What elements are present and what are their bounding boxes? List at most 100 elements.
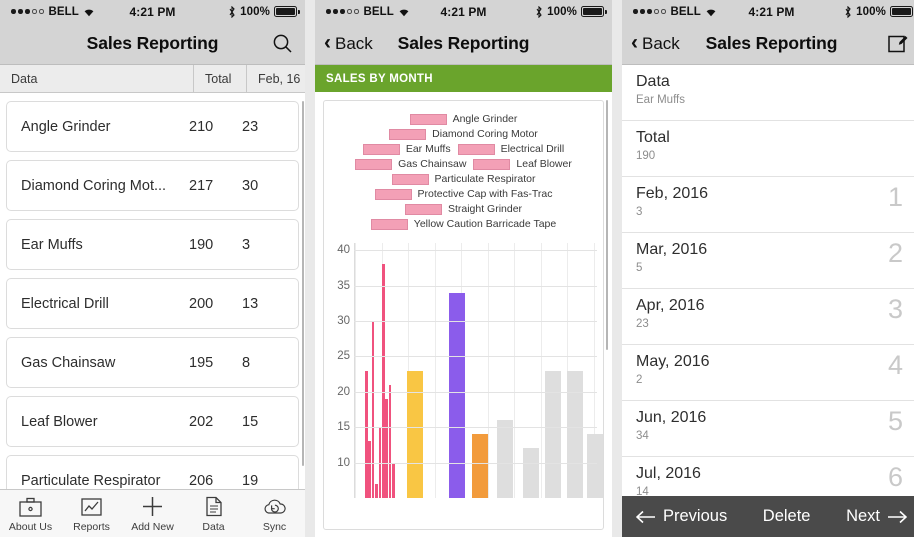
list-item[interactable]: Feb, 2016 3 1 [622, 177, 914, 233]
panel-detail: BELL 4:21 PM 100% ‹ Back Sales Reporting [622, 0, 914, 537]
grid-line [354, 462, 597, 464]
line-chart-icon [81, 495, 102, 519]
table-row[interactable]: Diamond Coring Mot... 217 30 [6, 160, 299, 211]
table-row[interactable]: Leaf Blower 202 15 [6, 396, 299, 447]
previous-button[interactable]: Previous [636, 507, 727, 526]
detail-bottom-bar: Previous Delete Next [622, 496, 914, 537]
row-month-value: 3 [242, 236, 251, 253]
row-name: Gas Chainsaw [21, 354, 116, 371]
field-label: Feb, 2016 [636, 185, 709, 202]
list-item[interactable]: Apr, 2016 23 3 [622, 289, 914, 345]
grid-line [354, 285, 597, 287]
bluetooth-icon [228, 5, 236, 18]
back-button[interactable]: ‹ Back [324, 31, 373, 54]
chart-bar [567, 370, 583, 498]
legend-row: Ear Muffs Electrical Drill [330, 143, 597, 155]
y-axis-tick-label: 40 [337, 244, 350, 257]
section-header-label: SALES BY MONTH [326, 72, 433, 85]
legend-row: Gas Chainsaw Leaf Blower [330, 158, 597, 170]
list-item[interactable]: May, 2016 2 4 [622, 345, 914, 401]
table-row[interactable]: Gas Chainsaw 195 8 [6, 337, 299, 388]
table-row[interactable]: Electrical Drill 200 13 [6, 278, 299, 329]
status-bar-3: BELL 4:21 PM 100% [622, 0, 914, 23]
column-header-month[interactable]: Feb, 16 [247, 65, 305, 92]
legend-item: Diamond Coring Motor [389, 128, 538, 140]
table-row[interactable]: Angle Grinder 210 23 [6, 101, 299, 152]
battery-full-icon [890, 6, 914, 17]
table-row[interactable]: Particulate Respirator 206 19 [6, 455, 299, 489]
legend-label: Straight Grinder [447, 203, 523, 215]
detail-list[interactable]: Data Ear Muffs Total 190 Feb, 2016 3 1 Mar, 201… [622, 65, 914, 537]
delete-label: Delete [762, 507, 811, 525]
panel-data-list: BELL 4:21 PM 100% Sales Reporting Data T… [0, 0, 305, 537]
data-list[interactable]: Angle Grinder 210 23 Diamond Coring Mot... 2… [0, 93, 305, 489]
bluetooth-icon [535, 5, 543, 18]
field-index: 3 [887, 294, 903, 324]
previous-label: Previous [663, 507, 728, 525]
legend-row: Angle Grinder [330, 113, 597, 125]
field-value: 3 [636, 206, 643, 218]
chart-bar [368, 441, 371, 498]
tab-reports-label: Reports [73, 520, 110, 533]
legend-item: Protective Cap with Fas-Trac [374, 188, 552, 200]
chevron-left-icon: ‹ [324, 31, 331, 54]
legend-item: Electrical Drill [457, 143, 564, 155]
list-item[interactable]: Jun, 2016 34 5 [622, 401, 914, 457]
legend-item: Yellow Caution Barricade Tape [370, 218, 556, 230]
field-label: Jul, 2016 [636, 465, 701, 482]
list-item[interactable]: Mar, 2016 5 2 [622, 233, 914, 289]
chart-bar [371, 320, 375, 498]
search-icon[interactable] [272, 33, 293, 54]
compose-icon[interactable] [887, 33, 909, 55]
legend-swatch [473, 158, 511, 170]
column-header-data[interactable]: Data [0, 65, 194, 92]
briefcase-icon [19, 495, 42, 519]
status-right-1: 100% [228, 5, 300, 18]
row-total: 217 [189, 177, 214, 194]
tab-about-us[interactable]: About Us [0, 495, 61, 533]
chart-scrollbar[interactable] [605, 100, 608, 350]
column-header-total[interactable]: Total [194, 65, 247, 92]
back-button[interactable]: ‹ Back [631, 31, 680, 54]
legend-label: Ear Muffs [405, 143, 451, 155]
tab-reports[interactable]: Reports [61, 495, 122, 533]
chevron-left-icon: ‹ [631, 31, 638, 54]
tab-bar[interactable]: About Us Reports Add New Data Sync [0, 489, 305, 537]
table-row[interactable]: Ear Muffs 190 3 [6, 219, 299, 270]
battery-full-icon [581, 6, 607, 17]
legend-row: Straight Grinder [330, 203, 597, 215]
list-item[interactable]: Total 190 [622, 121, 914, 177]
field-value: 34 [636, 430, 649, 442]
chart-legend: Angle Grinder Diamond Coring Motor Ear Muf… [324, 101, 603, 239]
delete-button[interactable]: Delete [763, 507, 811, 526]
chart-bar [497, 420, 513, 498]
field-label: May, 2016 [636, 353, 710, 370]
next-label: Next [846, 507, 880, 525]
tab-add-new[interactable]: Add New [122, 495, 183, 533]
tab-sync[interactable]: Sync [244, 495, 305, 533]
next-button[interactable]: Next [846, 507, 907, 526]
bluetooth-icon [844, 5, 852, 18]
page-title: Sales Reporting [705, 33, 838, 53]
grid-line-vertical [540, 243, 542, 498]
grid-line-vertical [434, 243, 436, 498]
legend-item: Particulate Respirator [391, 173, 535, 185]
nav-bar-3: ‹ Back Sales Reporting [622, 23, 914, 65]
y-axis-tick-label: 20 [337, 385, 350, 398]
legend-label: Gas Chainsaw [398, 158, 467, 170]
list-scrollbar[interactable] [301, 101, 304, 466]
list-item[interactable]: Data Ear Muffs [622, 65, 914, 121]
y-axis-tick-label: 35 [337, 279, 350, 292]
tab-sync-label: Sync [262, 520, 287, 533]
chart-card[interactable]: Angle Grinder Diamond Coring Motor Ear Muf… [323, 100, 604, 530]
arrow-right-icon [887, 510, 907, 524]
legend-item: Gas Chainsaw [355, 158, 466, 170]
chart-plot-area: 10 15 20 25 30 35 40 [328, 243, 603, 498]
arrow-left-icon [636, 510, 656, 524]
y-axis-tick-label: 30 [337, 314, 350, 327]
tab-data[interactable]: Data [183, 495, 244, 533]
row-name: Angle Grinder [21, 118, 111, 135]
chart-bar [407, 370, 423, 498]
legend-swatch [370, 218, 408, 230]
status-right-3: 100% [844, 5, 914, 18]
